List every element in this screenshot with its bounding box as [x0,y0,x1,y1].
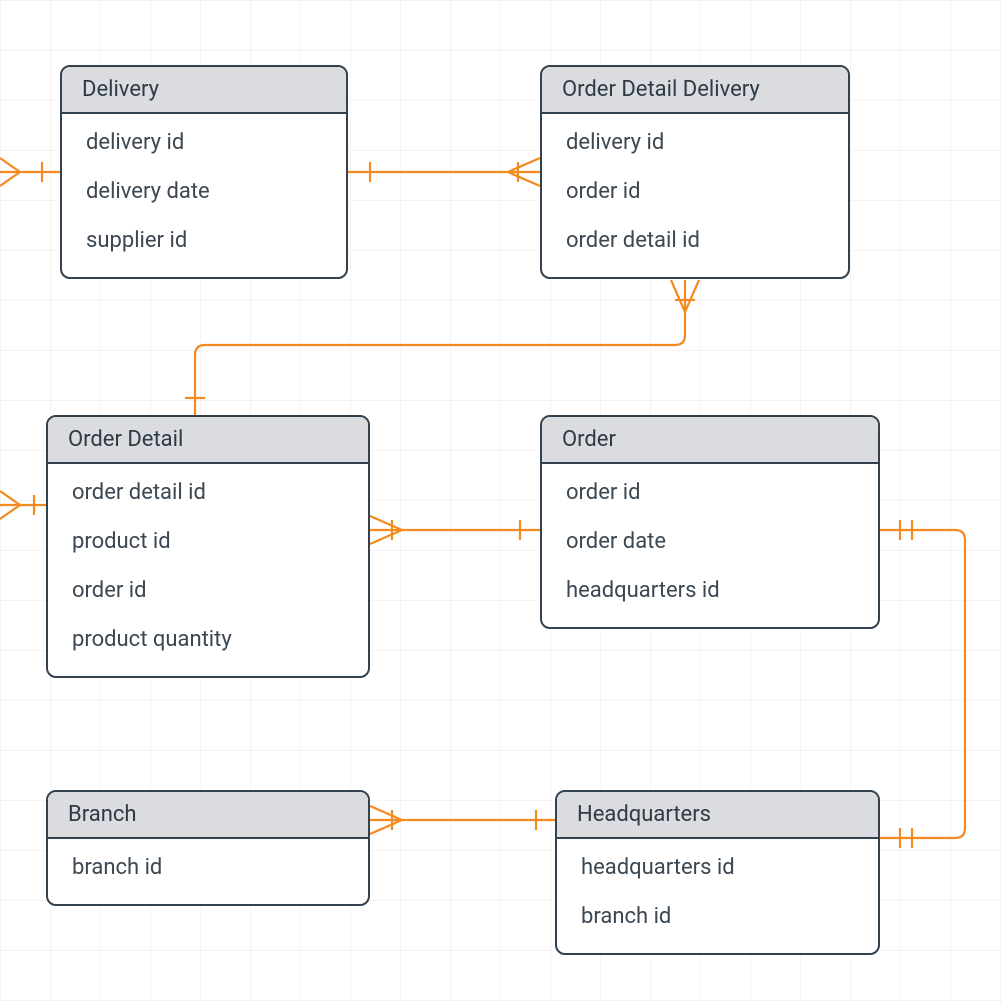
entity-title: Order [542,417,878,464]
entity-attr: order id [542,468,878,517]
entity-attr: order id [48,566,368,615]
entity-attr: delivery id [542,118,848,167]
entity-attrs: order detail id product id order id prod… [48,464,368,676]
entity-title: Delivery [62,67,346,114]
entity-order-detail[interactable]: Order Detail order detail id product id … [46,415,370,678]
entity-title: Branch [48,792,368,839]
entity-title: Order Detail [48,417,368,464]
entity-attr: order detail id [48,468,368,517]
entity-attr: delivery id [62,118,346,167]
entity-attr: delivery date [62,167,346,216]
entity-attrs: order id order date headquarters id [542,464,878,627]
entity-title: Order Detail Delivery [542,67,848,114]
entity-order[interactable]: Order order id order date headquarters i… [540,415,880,629]
entity-attr: branch id [557,892,878,941]
entity-attr: supplier id [62,216,346,265]
entity-attr: branch id [48,843,368,892]
entity-order-detail-delivery[interactable]: Order Detail Delivery delivery id order … [540,65,850,279]
entity-attr: order date [542,517,878,566]
entity-attrs: delivery id order id order detail id [542,114,848,277]
entity-attrs: headquarters id branch id [557,839,878,953]
entity-branch[interactable]: Branch branch id [46,790,370,906]
entity-attr: order id [542,167,848,216]
entity-title: Headquarters [557,792,878,839]
entity-attrs: branch id [48,839,368,904]
entity-attr: headquarters id [557,843,878,892]
entity-delivery[interactable]: Delivery delivery id delivery date suppl… [60,65,348,279]
entity-headquarters[interactable]: Headquarters headquarters id branch id [555,790,880,955]
entity-attrs: delivery id delivery date supplier id [62,114,346,277]
entity-attr: product quantity [48,615,368,664]
entity-attr: headquarters id [542,566,878,615]
entity-attr: order detail id [542,216,848,265]
entity-attr: product id [48,517,368,566]
